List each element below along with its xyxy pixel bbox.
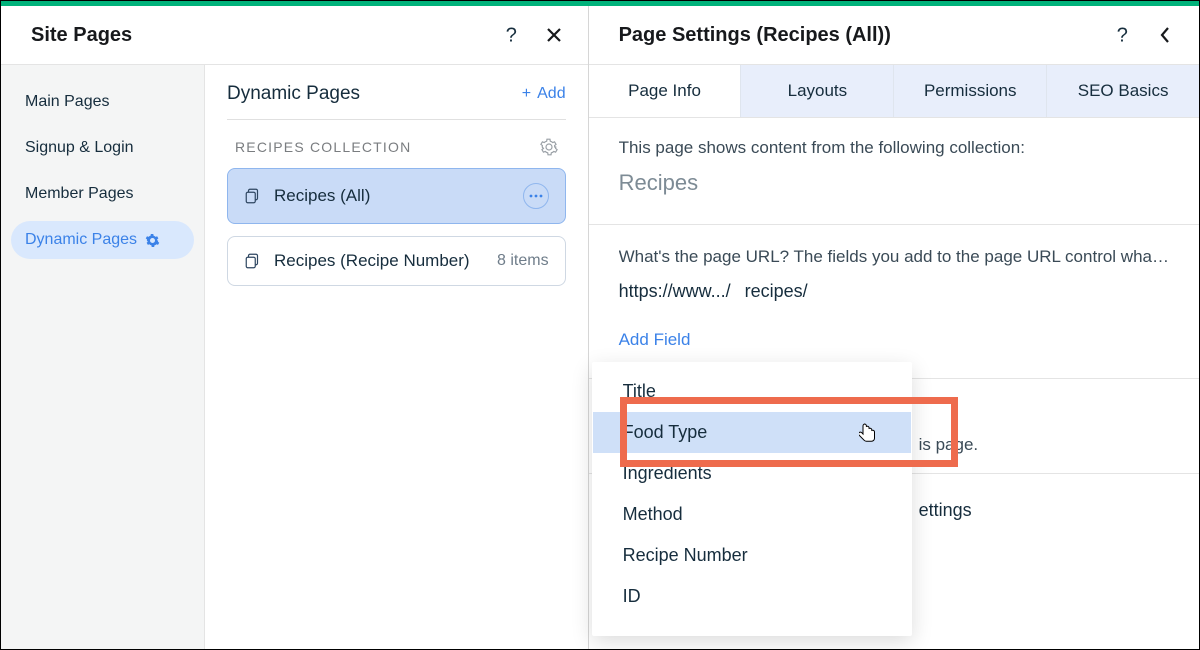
collection-name: Recipes — [619, 170, 1169, 196]
sidebar-item-signup-login[interactable]: Signup & Login — [11, 129, 194, 167]
sidebar-item-label: Main Pages — [25, 93, 110, 111]
field-option-ingredients[interactable]: Ingredients — [593, 453, 911, 494]
collection-label: RECIPES COLLECTION — [235, 139, 411, 155]
collection-description: This page shows content from the followi… — [619, 138, 1169, 158]
url-question: What's the page URL? The fields you add … — [619, 247, 1169, 267]
help-icon[interactable]: ? — [1113, 25, 1133, 45]
page-card-label: Recipes (Recipe Number) — [274, 251, 470, 271]
divider — [589, 224, 1199, 225]
field-option-method[interactable]: Method — [593, 494, 911, 535]
page-card-meta: 8 items — [497, 252, 549, 270]
hidden-page-text: is page. — [919, 435, 1169, 455]
field-option-id[interactable]: ID — [593, 576, 911, 617]
cursor-icon — [859, 423, 877, 443]
site-pages-title: Site Pages — [31, 24, 132, 47]
tab-layouts[interactable]: Layouts — [740, 65, 893, 117]
dynamic-pages-main: Dynamic Pages + Add RECIPES COLLECTION — [205, 65, 588, 649]
page-card-label: Recipes (All) — [274, 186, 370, 206]
field-option-recipe-number[interactable]: Recipe Number — [593, 535, 911, 576]
page-settings-title: Page Settings (Recipes (All)) — [619, 24, 891, 47]
sidebar: Main Pages Signup & Login Member Pages D… — [1, 65, 205, 649]
tab-seo-basics[interactable]: SEO Basics — [1046, 65, 1199, 117]
sidebar-item-member-pages[interactable]: Member Pages — [11, 175, 194, 213]
sidebar-item-main-pages[interactable]: Main Pages — [11, 83, 194, 121]
dynamic-page-recipes-all[interactable]: Recipes (All) — [227, 168, 566, 224]
field-option-title[interactable]: Title — [593, 371, 911, 412]
collection-gear-icon[interactable] — [540, 138, 558, 156]
sidebar-item-label: Dynamic Pages — [25, 231, 137, 249]
page-settings-panel: Page Settings (Recipes (All)) ? Page Inf… — [589, 6, 1199, 649]
svg-text:?: ? — [505, 25, 516, 45]
url-base: https://www.../ — [619, 281, 731, 302]
field-option-food-type[interactable]: Food Type — [593, 412, 911, 453]
sidebar-item-label: Signup & Login — [25, 139, 134, 157]
tab-page-info[interactable]: Page Info — [589, 65, 741, 117]
help-icon[interactable]: ? — [502, 25, 522, 45]
dynamic-page-recipes-number[interactable]: Recipes (Recipe Number) 8 items — [227, 236, 566, 286]
pages-icon — [244, 252, 262, 270]
url-path: recipes/ — [745, 281, 808, 302]
dynamic-pages-heading: Dynamic Pages — [227, 83, 360, 105]
plus-icon: + — [522, 85, 531, 103]
gear-icon — [145, 233, 160, 248]
settings-tabs: Page Info Layouts Permissions SEO Basics — [589, 64, 1199, 118]
add-field-link[interactable]: Add Field — [619, 330, 691, 350]
page-settings-partial: ettings — [919, 500, 1169, 521]
sidebar-item-label: Member Pages — [25, 185, 134, 203]
pages-icon — [244, 187, 262, 205]
sidebar-item-dynamic-pages[interactable]: Dynamic Pages — [11, 221, 194, 259]
back-icon[interactable] — [1155, 25, 1175, 45]
add-label: Add — [537, 85, 565, 103]
close-icon[interactable] — [544, 25, 564, 45]
add-field-dropdown: Title Food Type Ingredients Method Recip… — [592, 362, 912, 636]
more-actions-button[interactable] — [523, 183, 549, 209]
add-dynamic-page-button[interactable]: + Add — [522, 85, 566, 103]
svg-text:?: ? — [1117, 25, 1128, 45]
tab-permissions[interactable]: Permissions — [893, 65, 1046, 117]
site-pages-panel: Site Pages ? Main Pages Signup & — [1, 6, 589, 649]
